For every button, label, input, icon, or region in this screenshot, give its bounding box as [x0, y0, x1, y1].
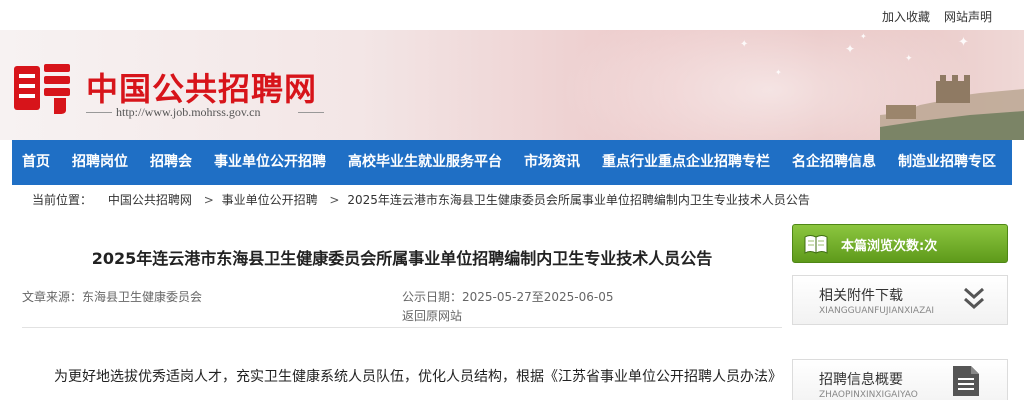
- breadcrumb-category[interactable]: 事业单位公开招聘: [222, 193, 318, 207]
- breadcrumb-label: 当前位置：: [32, 193, 93, 207]
- attachments-subtitle: XIANGGUANFUJIANXIAZAI: [819, 306, 935, 316]
- summary-subtitle: ZHAOPINXINXIGAIYAO: [819, 390, 918, 400]
- star-decoration: ✦: [740, 39, 749, 50]
- star-decoration: ✦: [845, 42, 856, 56]
- breadcrumb: 当前位置： 中国公共招聘网 > 事业单位公开招聘 > 2025年连云港市东海县卫…: [32, 191, 814, 208]
- attachments-card[interactable]: 相关附件下载 XIANGGUANFUJIANXIAZAI: [792, 275, 1008, 325]
- back-to-source-link[interactable]: 返回原网站: [402, 307, 462, 324]
- double-chevron-down-icon[interactable]: [963, 286, 985, 312]
- view-count-text: 本篇浏览次数:次: [841, 239, 938, 254]
- nav-item-famous-company[interactable]: 名企招聘信息: [792, 140, 876, 185]
- attachments-title: 相关附件下载: [819, 288, 903, 304]
- site-statement-link[interactable]: 网站声明: [944, 8, 992, 25]
- nav-item-job-fair[interactable]: 招聘会: [150, 140, 192, 185]
- source-label: 文章来源：: [22, 290, 83, 304]
- star-decoration: ✦: [860, 32, 867, 41]
- star-decoration: ✦: [958, 35, 969, 50]
- nav-item-market-news[interactable]: 市场资讯: [524, 140, 580, 185]
- article-body: 为更好地选拔优秀适岗人才，充实卫生健康系统人员队伍，优化人员结构，根据《江苏省事…: [54, 369, 782, 385]
- nav-item-key-industry[interactable]: 重点行业重点企业招聘专栏: [602, 140, 770, 185]
- pin-logo-icon: [14, 64, 70, 114]
- breadcrumb-current: 2025年连云港市东海县卫生健康委员会所属事业单位招聘编制内卫生专业技术人员公告: [347, 193, 810, 207]
- date-label: 公示日期：: [402, 290, 463, 304]
- nav-item-manufacturing[interactable]: 制造业招聘专区: [898, 140, 996, 185]
- divider: [298, 112, 324, 113]
- summary-title: 招聘信息概要: [819, 372, 903, 388]
- source-value: 东海县卫生健康委员会: [82, 290, 203, 304]
- date-value: 2025-05-27至2025-06-05: [462, 290, 614, 304]
- add-favorite-link[interactable]: 加入收藏: [882, 8, 930, 25]
- book-icon: [804, 235, 828, 254]
- breadcrumb-home[interactable]: 中国公共招聘网: [108, 193, 192, 207]
- divider: [86, 112, 112, 113]
- star-decoration: ✦: [905, 54, 913, 64]
- site-title: 中国公共招聘网: [86, 70, 318, 108]
- star-decoration: ✦: [775, 68, 782, 77]
- main-nav: 首页 招聘岗位 招聘会 事业单位公开招聘 高校毕业生就业服务平台 市场资讯 重点…: [12, 140, 1012, 185]
- article-source: 文章来源：东海县卫生健康委员会: [22, 288, 202, 305]
- divider: [22, 327, 782, 328]
- nav-item-jobs[interactable]: 招聘岗位: [72, 140, 128, 185]
- nav-item-public-institution[interactable]: 事业单位公开招聘: [214, 140, 326, 185]
- great-wall-illustration: [880, 75, 1024, 140]
- top-utility-bar: 加入收藏 网站声明: [0, 0, 1024, 30]
- site-url: http://www.job.mohrss.gov.cn: [116, 105, 261, 119]
- breadcrumb-separator: >: [203, 193, 214, 207]
- document-icon: [953, 366, 979, 396]
- breadcrumb-separator: >: [329, 193, 340, 207]
- article-date: 公示日期：2025-05-27至2025-06-05: [402, 288, 614, 305]
- recruitment-summary-card[interactable]: 招聘信息概要 ZHAOPINXINXIGAIYAO: [792, 359, 1008, 400]
- header-banner: ✦ ✦ ✦ ✦ ✦ ✦ 中国公共招聘网 http://www.job.mohrs…: [0, 30, 1024, 140]
- article-title: 2025年连云港市东海县卫生健康委员会所属事业单位招聘编制内卫生专业技术人员公告: [91, 249, 713, 268]
- view-count-box: 本篇浏览次数:次: [792, 224, 1008, 263]
- nav-item-home[interactable]: 首页: [22, 140, 50, 185]
- nav-item-graduate-platform[interactable]: 高校毕业生就业服务平台: [348, 140, 502, 185]
